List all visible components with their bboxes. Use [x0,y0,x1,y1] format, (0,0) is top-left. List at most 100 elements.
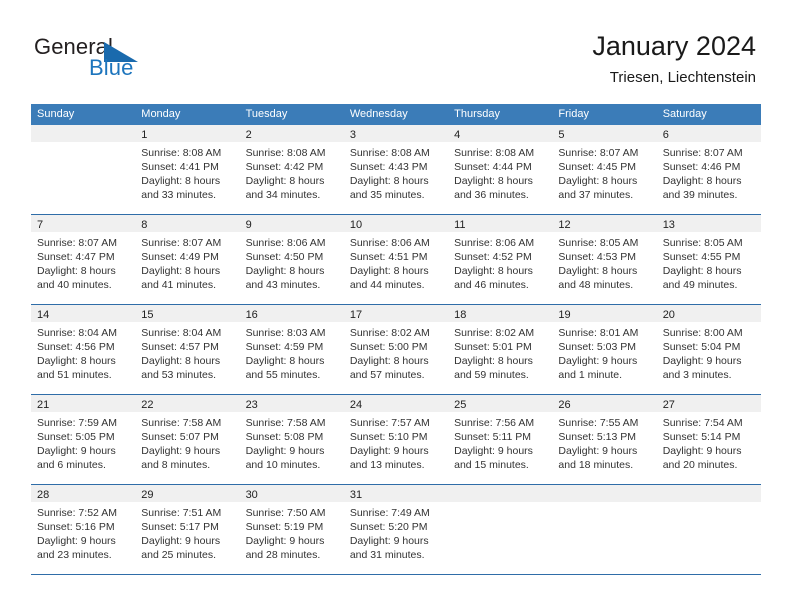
sunrise-time: Sunrise: 8:08 AM [141,147,222,159]
day-number: 20 [662,309,675,321]
calendar-day-cell[interactable]: 26 Sunrise: 7:55 AM Sunset: 5:13 PM Dayligh… [552,395,657,484]
calendar-day-cell[interactable]: 2 Sunrise: 8:08 AM Sunset: 4:42 PM Daylight… [239,125,344,214]
daylight-duration-line2: and 1 minute. [558,369,623,381]
day-number: 15 [141,309,154,321]
daylight-duration-line2: and 34 minutes. [245,189,321,201]
calendar-day-cell[interactable]: 20 Sunrise: 8:00 AM Sunset: 5:04 PM Dayligh… [656,305,761,394]
calendar-page: General Blue January 2024 Triesen, Liech… [0,0,792,612]
daylight-duration-line1: Daylight: 8 hours [349,265,429,277]
daylight-duration-line1: Daylight: 8 hours [141,355,221,367]
day-detail-body: Sunrise: 8:06 AM Sunset: 4:50 PM Daylight:… [240,232,344,292]
calendar-day-cell[interactable]: 7 Sunrise: 8:07 AM Sunset: 4:47 PM Daylight… [31,215,136,304]
weekday-header-monday: Monday [141,108,181,120]
sunrise-time: Sunrise: 8:00 AM [662,327,743,339]
day-detail-body: Sunrise: 8:08 AM Sunset: 4:43 PM Daylight:… [344,142,448,202]
calendar-day-cell[interactable]: 11 Sunrise: 8:06 AM Sunset: 4:52 PM Dayligh… [448,215,553,304]
logo-text-blue: Blue [89,55,134,80]
calendar-day-cell[interactable]: 23 Sunrise: 7:58 AM Sunset: 5:08 PM Dayligh… [239,395,344,484]
daylight-duration-line2: and 36 minutes. [454,189,529,201]
calendar-day-cell[interactable]: 28 Sunrise: 7:52 AM Sunset: 5:16 PM Dayligh… [31,485,136,574]
calendar-day-cell[interactable]: 25 Sunrise: 7:56 AM Sunset: 5:11 PM Dayligh… [448,395,553,484]
daylight-duration-line2: and 46 minutes. [454,279,529,291]
day-number: 4 [454,129,461,141]
calendar-day-cell[interactable]: 21 Sunrise: 7:59 AM Sunset: 5:05 PM Dayligh… [31,395,136,484]
sunrise-time: Sunrise: 8:06 AM [349,237,430,249]
calendar-day-cell[interactable]: 6 Sunrise: 8:07 AM Sunset: 4:46 PM Daylight… [656,125,761,214]
day-number: 23 [245,399,258,411]
sunrise-time: Sunrise: 8:07 AM [37,237,117,249]
calendar-day-cell[interactable]: 16 Sunrise: 8:03 AM Sunset: 4:59 PM Dayligh… [239,305,344,394]
daylight-duration-line1: Daylight: 8 hours [558,265,638,277]
daylight-duration-line1: Daylight: 8 hours [245,355,325,367]
sunset-time: Sunset: 4:43 PM [349,161,428,173]
sunrise-time: Sunrise: 8:07 AM [141,237,222,249]
calendar-day-cell[interactable]: 12 Sunrise: 8:05 AM Sunset: 4:53 PM Dayligh… [552,215,657,304]
sunset-time: Sunset: 5:04 PM [662,341,741,353]
sunset-time: Sunset: 4:53 PM [558,251,637,263]
daylight-duration-line2: and 6 minutes. [37,459,106,471]
day-detail-body: Sunrise: 7:49 AM Sunset: 5:20 PM Daylight:… [344,502,448,562]
day-number-band: 10 [343,215,449,232]
daylight-duration-line2: and 31 minutes. [349,549,425,561]
daylight-duration-line2: and 53 minutes. [141,369,216,381]
day-number-band: 25 [448,395,553,412]
calendar-day-cell-empty [656,485,761,574]
calendar-day-cell[interactable]: 24 Sunrise: 7:57 AM Sunset: 5:10 PM Dayligh… [343,395,449,484]
calendar-day-cell[interactable]: 15 Sunrise: 8:04 AM Sunset: 4:57 PM Dayligh… [135,305,240,394]
sunrise-time: Sunrise: 7:50 AM [245,507,326,519]
calendar-day-cell[interactable]: 8 Sunrise: 8:07 AM Sunset: 4:49 PM Daylight… [135,215,240,304]
day-number: 17 [349,309,363,321]
day-number: 14 [37,309,50,321]
calendar-day-cell[interactable]: 4 Sunrise: 8:08 AM Sunset: 4:44 PM Daylight… [448,125,553,214]
sunset-time: Sunset: 5:19 PM [245,521,324,533]
calendar-day-cell[interactable]: 3 Sunrise: 8:08 AM Sunset: 4:43 PM Daylight… [343,125,449,214]
day-number-band: 18 [448,305,553,322]
calendar-day-cell[interactable]: 31 Sunrise: 7:49 AM Sunset: 5:20 PM Dayligh… [343,485,449,574]
daylight-duration-line1: Daylight: 9 hours [558,355,638,367]
calendar-day-cell[interactable]: 5 Sunrise: 8:07 AM Sunset: 4:45 PM Daylight… [552,125,657,214]
day-number-band: 12 [552,215,657,232]
day-detail-body: Sunrise: 8:08 AM Sunset: 4:44 PM Daylight:… [448,142,552,202]
calendar-day-cell[interactable]: 29 Sunrise: 7:51 AM Sunset: 5:17 PM Dayligh… [135,485,240,574]
calendar-day-cell[interactable]: 14 Sunrise: 8:04 AM Sunset: 4:56 PM Dayligh… [31,305,136,394]
daylight-duration-line2: and 40 minutes. [37,279,112,291]
calendar-day-cell[interactable]: 17 Sunrise: 8:02 AM Sunset: 5:00 PM Dayligh… [343,305,449,394]
calendar-day-cell[interactable]: 9 Sunrise: 8:06 AM Sunset: 4:50 PM Daylight… [239,215,344,304]
daylight-duration-line1: Daylight: 9 hours [662,445,742,457]
sunrise-time: Sunrise: 7:57 AM [349,417,430,429]
calendar-day-cell[interactable]: 19 Sunrise: 8:01 AM Sunset: 5:03 PM Dayligh… [552,305,657,394]
day-number: 6 [662,129,669,141]
day-number-band: 11 [448,215,553,232]
calendar-day-cell[interactable]: 13 Sunrise: 8:05 AM Sunset: 4:55 PM Dayligh… [656,215,761,304]
day-number-band: 15 [135,305,240,322]
day-detail-body: Sunrise: 8:02 AM Sunset: 5:01 PM Daylight:… [448,322,552,382]
calendar-day-cell[interactable]: 1 Sunrise: 8:08 AM Sunset: 4:41 PM Daylight… [135,125,240,214]
weekday-header-row: Sunday Monday Tuesday Wednesday Thursday Frid… [31,104,761,125]
calendar-day-cell[interactable]: 10 Sunrise: 8:06 AM Sunset: 4:51 PM Dayligh… [343,215,449,304]
day-detail-body: Sunrise: 8:04 AM Sunset: 4:56 PM Daylight:… [31,322,135,382]
calendar-day-cell[interactable]: 27 Sunrise: 7:54 AM Sunset: 5:14 PM Dayligh… [656,395,761,484]
sunset-time: Sunset: 5:00 PM [349,341,428,353]
general-blue-logo[interactable]: General Blue [34,36,214,88]
calendar-day-cell[interactable]: 18 Sunrise: 8:02 AM Sunset: 5:01 PM Dayligh… [448,305,553,394]
day-detail-body: Sunrise: 8:07 AM Sunset: 4:45 PM Daylight:… [552,142,656,202]
calendar-week-row: 21 Sunrise: 7:59 AM Sunset: 5:05 PM Dayligh… [31,394,761,484]
day-number-band: 26 [552,395,657,412]
daylight-duration-line1: Daylight: 9 hours [141,445,221,457]
weekday-header-tuesday: Tuesday [245,108,288,120]
day-number: 22 [141,399,154,411]
weekday-header-friday: Friday [558,108,589,120]
sunrise-time: Sunrise: 8:05 AM [558,237,639,249]
day-number-band: 27 [656,395,761,412]
daylight-duration-line2: and 25 minutes. [141,549,216,561]
day-detail-body: Sunrise: 8:08 AM Sunset: 4:42 PM Daylight:… [240,142,344,202]
day-number-band [656,485,761,502]
day-detail-body: Sunrise: 8:06 AM Sunset: 4:52 PM Daylight:… [448,232,552,292]
calendar-day-cell[interactable]: 30 Sunrise: 7:50 AM Sunset: 5:19 PM Dayligh… [239,485,344,574]
day-detail-body: Sunrise: 7:54 AM Sunset: 5:14 PM Daylight:… [657,412,761,472]
weekday-header-wednesday: Wednesday [349,108,408,120]
calendar-day-cell[interactable]: 22 Sunrise: 7:58 AM Sunset: 5:07 PM Dayligh… [135,395,240,484]
sunset-time: Sunset: 5:14 PM [662,431,741,443]
day-number: 25 [454,399,467,411]
day-number-band: 22 [135,395,240,412]
